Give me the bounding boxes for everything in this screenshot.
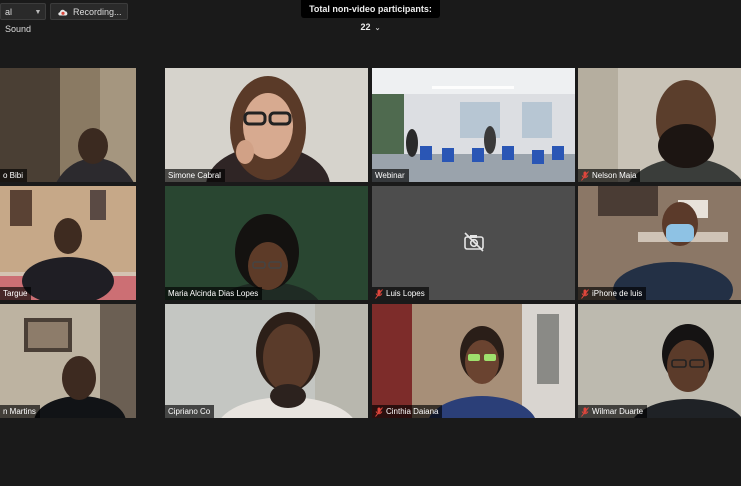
participant-nametag: Maria Alcinda Dias Lopes	[165, 287, 263, 300]
participant-name: Cipriano Co	[168, 407, 211, 416]
video-tile[interactable]: o Bibi	[0, 68, 136, 182]
non-video-participants-button[interactable]: Total non-video participants: 22 ⌄	[301, 0, 440, 32]
participant-video	[578, 68, 741, 182]
participant-name: n Martins	[3, 407, 36, 416]
participant-video	[165, 304, 368, 418]
meeting-topbar: al Sound ▼ Recording... Total non-video …	[0, 0, 741, 34]
camera-off-icon	[463, 232, 484, 252]
participant-name: Maria Alcinda Dias Lopes	[168, 289, 259, 298]
video-tile[interactable]: n Martins	[0, 304, 136, 418]
participant-name: Luis Lopes	[386, 289, 425, 298]
participant-video	[372, 304, 575, 418]
participant-nametag: Cipriano Co	[165, 405, 215, 418]
participants-label: Total non-video participants: 22	[309, 4, 432, 32]
video-tile[interactable]: iPhone de luis	[578, 186, 741, 300]
mic-muted-icon	[581, 288, 589, 299]
participant-video	[372, 68, 575, 182]
mic-muted-icon	[581, 406, 589, 417]
participant-video	[578, 186, 741, 300]
participant-nametag: o Bibi	[0, 169, 28, 182]
participant-name: o Bibi	[3, 171, 24, 180]
participant-nametag: Cinthia Daiana	[372, 405, 443, 418]
participant-name: Webinar	[375, 171, 405, 180]
participant-nametag: Webinar	[372, 169, 409, 182]
participant-name: Wilmar Duarte	[592, 407, 644, 416]
participant-name: Cinthia Daiana	[386, 407, 439, 416]
participant-nametag: Nelson Maia	[578, 169, 641, 182]
participant-nametag: Wilmar Duarte	[578, 405, 648, 418]
video-tile[interactable]: Targue	[0, 186, 136, 300]
participant-nametag: n Martins	[0, 405, 40, 418]
video-tile[interactable]: Cinthia Daiana	[372, 304, 575, 418]
video-tile[interactable]: Maria Alcinda Dias Lopes	[165, 186, 368, 300]
participant-name: Simone Cabral	[168, 171, 221, 180]
video-tile[interactable]: Simone Cabral	[165, 68, 368, 182]
participant-video	[165, 68, 368, 182]
participant-video	[165, 186, 368, 300]
participant-name: iPhone de luis	[592, 289, 643, 298]
participant-video	[0, 68, 136, 182]
participant-video	[578, 304, 741, 418]
chevron-down-icon[interactable]: ▼	[33, 4, 43, 21]
chevron-down-icon: ⌄	[374, 25, 381, 32]
video-tile[interactable]: Nelson Maia	[578, 68, 741, 182]
video-tile[interactable]: Wilmar Duarte	[578, 304, 741, 418]
participant-name: Nelson Maia	[592, 171, 637, 180]
participant-nametag: Luis Lopes	[372, 287, 429, 300]
participant-nametag: Targue	[0, 287, 32, 300]
mic-muted-icon	[581, 170, 589, 181]
mic-muted-icon	[375, 406, 383, 417]
participant-video	[0, 186, 136, 300]
participant-video	[0, 304, 136, 418]
video-tile[interactable]: Webinar	[372, 68, 575, 182]
cloud-recording-icon	[58, 9, 68, 16]
participant-name: Targue	[3, 289, 28, 298]
video-tile-active-speaker[interactable]: Cipriano Co	[165, 304, 368, 418]
mic-muted-icon	[375, 288, 383, 299]
participant-nametag: Simone Cabral	[165, 169, 225, 182]
original-sound-button[interactable]: al Sound ▼	[0, 3, 46, 34]
video-tile[interactable]: Luis Lopes	[372, 186, 575, 300]
original-sound-label: al Sound	[5, 7, 32, 34]
recording-label: Recording...	[73, 7, 122, 17]
recording-button[interactable]: Recording...	[50, 3, 128, 20]
participant-nametag: iPhone de luis	[578, 287, 647, 300]
